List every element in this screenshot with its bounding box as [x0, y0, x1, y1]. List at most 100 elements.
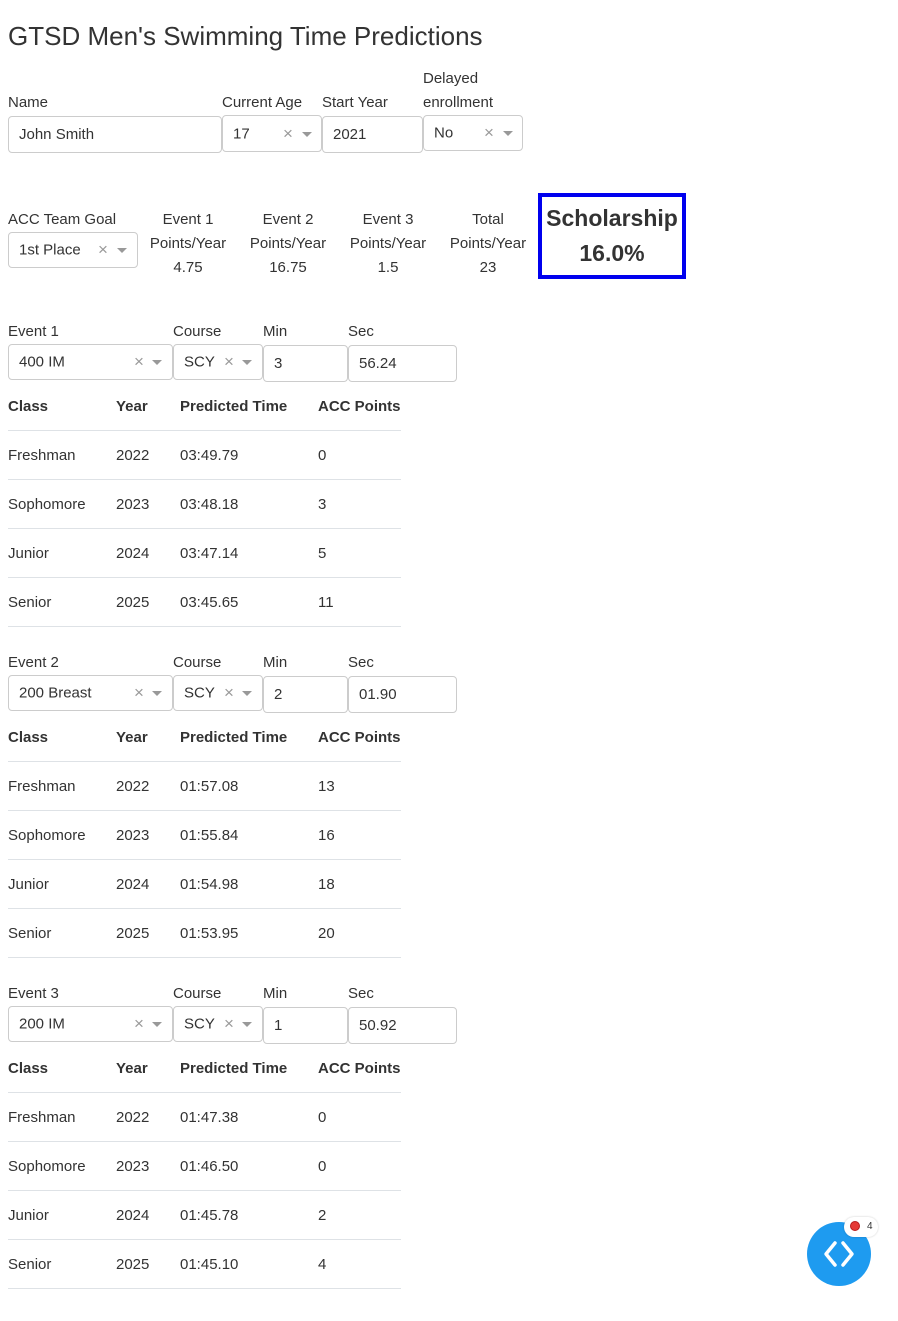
error-count-badge[interactable]: 4 — [844, 1217, 878, 1237]
chevron-down-icon[interactable] — [152, 1022, 162, 1027]
cell-acc-points: 0 — [318, 1092, 401, 1142]
event2-course-select[interactable]: SCY × — [173, 675, 263, 711]
clear-icon[interactable]: × — [224, 684, 234, 701]
clear-icon[interactable]: × — [134, 684, 144, 701]
clear-icon[interactable]: × — [134, 1015, 144, 1032]
col-class-header: Class — [8, 1044, 116, 1093]
cell-acc-points: 13 — [318, 761, 401, 811]
event3-sec-input[interactable] — [348, 1007, 457, 1044]
event1-predictions-table: Class Year Predicted Time ACC Points Fre… — [8, 382, 401, 627]
current-age-value: 17 — [233, 125, 250, 142]
table-row: Senior 2025 03:45.65 11 — [8, 577, 401, 627]
cell-acc-points: 20 — [318, 908, 401, 958]
cell-acc-points: 2 — [318, 1190, 401, 1240]
clear-icon[interactable]: × — [224, 1015, 234, 1032]
event2-points-value: 16.75 — [269, 259, 307, 276]
chevron-down-icon[interactable] — [242, 1022, 252, 1027]
event2-value: 200 Breast — [19, 684, 92, 702]
event1-course-label: Course — [173, 323, 222, 340]
cell-year: 2024 — [116, 1190, 180, 1240]
delayed-enrollment-value: No — [434, 124, 454, 142]
cell-year: 2023 — [116, 1141, 180, 1191]
event3-course-select[interactable]: SCY × — [173, 1006, 263, 1042]
cell-predicted-time: 01:45.78 — [180, 1190, 318, 1240]
start-year-input[interactable] — [322, 116, 423, 153]
chevron-down-icon[interactable] — [117, 248, 127, 253]
event3-sec-label: Sec — [348, 985, 374, 1002]
cell-predicted-time: 01:53.95 — [180, 908, 318, 958]
event2-points-label-2: Points/Year — [249, 235, 327, 252]
clear-icon[interactable]: × — [224, 353, 234, 370]
event1-course-value: SCY — [184, 353, 215, 371]
event2-points-label-1: Event 2 — [262, 211, 314, 228]
event2-sec-input[interactable] — [348, 676, 457, 713]
event3-points-label-2: Points/Year — [349, 235, 427, 252]
scholarship-label: Scholarship — [546, 205, 678, 231]
cell-acc-points: 5 — [318, 528, 401, 578]
event1-label: Event 1 — [8, 323, 59, 340]
table-row: Junior 2024 03:47.14 5 — [8, 528, 401, 578]
event1-points-value: 4.75 — [173, 259, 203, 276]
event1-course-select[interactable]: SCY × — [173, 344, 263, 380]
event1-points-label-2: Points/Year — [149, 235, 227, 252]
col-acc-points-header: ACC Points — [318, 382, 401, 431]
chevron-down-icon[interactable] — [152, 691, 162, 696]
table-row: Sophomore 2023 01:55.84 16 — [8, 810, 401, 860]
clear-icon[interactable]: × — [484, 124, 494, 141]
cell-year: 2024 — [116, 528, 180, 578]
event2-predictions-table: Class Year Predicted Time ACC Points Fre… — [8, 713, 401, 958]
event1-select[interactable]: 400 IM × — [8, 344, 173, 380]
cell-year: 2025 — [116, 908, 180, 958]
chevron-down-icon[interactable] — [242, 691, 252, 696]
event2-min-label: Min — [263, 654, 288, 671]
event1-sec-input[interactable] — [348, 345, 457, 382]
col-year-header: Year — [116, 1044, 180, 1093]
event3-value: 200 IM — [19, 1015, 65, 1033]
table-row: Freshman 2022 01:47.38 0 — [8, 1092, 401, 1142]
cell-class: Senior — [8, 908, 116, 958]
event2-min-input[interactable] — [263, 676, 348, 713]
clear-icon[interactable]: × — [283, 125, 293, 142]
cell-year: 2025 — [116, 577, 180, 627]
delayed-enrollment-select[interactable]: No × — [423, 115, 523, 151]
cell-class: Sophomore — [8, 479, 116, 529]
cell-acc-points: 11 — [318, 577, 401, 627]
clear-icon[interactable]: × — [134, 353, 144, 370]
table-row: Senior 2025 01:45.10 4 — [8, 1239, 401, 1289]
col-year-header: Year — [116, 713, 180, 762]
event1-min-input[interactable] — [263, 345, 348, 382]
table-row: Sophomore 2023 03:48.18 3 — [8, 479, 401, 529]
event3-min-input[interactable] — [263, 1007, 348, 1044]
team-goal-label: ACC Team Goal — [8, 211, 117, 228]
cell-year: 2023 — [116, 810, 180, 860]
cell-acc-points: 0 — [318, 1141, 401, 1191]
col-predicted-time-header: Predicted Time — [180, 713, 318, 762]
event1-sec-label: Sec — [348, 323, 374, 340]
chevron-down-icon[interactable] — [503, 131, 513, 136]
event3-select[interactable]: 200 IM × — [8, 1006, 173, 1042]
cell-acc-points: 16 — [318, 810, 401, 860]
error-dot-icon — [850, 1221, 860, 1231]
table-row: Junior 2024 01:54.98 18 — [8, 859, 401, 909]
event2-select[interactable]: 200 Breast × — [8, 675, 173, 711]
total-points-label-1: Total — [472, 211, 504, 228]
cell-predicted-time: 01:57.08 — [180, 761, 318, 811]
event2-course-label: Course — [173, 654, 222, 671]
clear-icon[interactable]: × — [98, 241, 108, 258]
team-goal-select[interactable]: 1st Place × — [8, 232, 138, 268]
current-age-select[interactable]: 17 × — [222, 115, 322, 152]
cell-acc-points: 0 — [318, 430, 401, 480]
cell-class: Sophomore — [8, 1141, 116, 1191]
code-brackets-icon — [824, 1241, 854, 1267]
event3-course-value: SCY — [184, 1015, 215, 1033]
cell-predicted-time: 03:49.79 — [180, 430, 318, 480]
chevron-down-icon[interactable] — [152, 360, 162, 365]
chevron-down-icon[interactable] — [242, 360, 252, 365]
name-input[interactable] — [8, 116, 222, 153]
cell-class: Junior — [8, 528, 116, 578]
delayed-label-line2: enrollment — [423, 94, 494, 111]
cell-predicted-time: 03:45.65 — [180, 577, 318, 627]
table-header-row: Class Year Predicted Time ACC Points — [8, 382, 401, 431]
chevron-down-icon[interactable] — [302, 131, 312, 137]
table-row: Freshman 2022 03:49.79 0 — [8, 430, 401, 480]
